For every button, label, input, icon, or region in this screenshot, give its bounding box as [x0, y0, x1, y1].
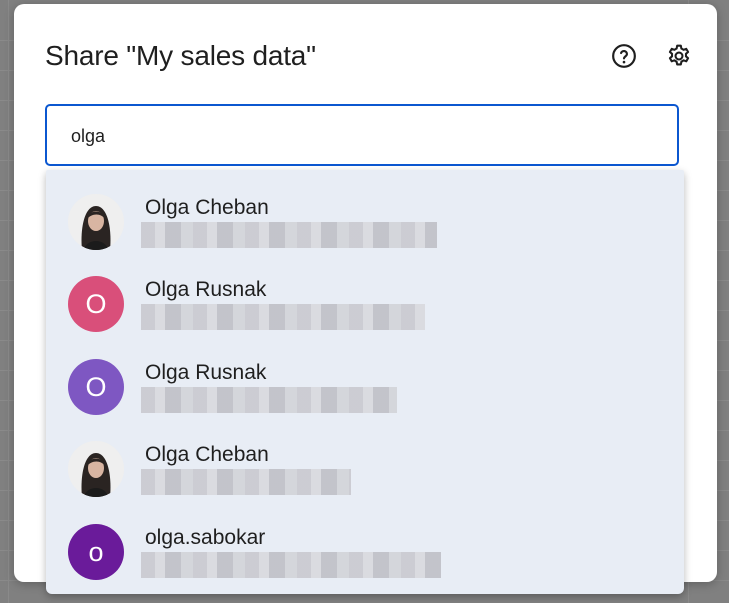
redacted-email — [141, 222, 437, 248]
help-button[interactable] — [609, 41, 639, 71]
redacted-email — [141, 469, 351, 495]
help-circle-icon — [612, 44, 636, 68]
person-photo-icon — [68, 441, 124, 497]
avatar — [68, 194, 124, 250]
avatar — [68, 441, 124, 497]
suggestion-name: Olga Rusnak — [145, 278, 267, 301]
add-people-input[interactable] — [71, 124, 651, 148]
suggestion-item[interactable]: O Olga Rusnak — [46, 258, 684, 340]
suggestion-name: Olga Rusnak — [145, 361, 267, 384]
gear-icon — [668, 44, 690, 66]
redacted-email — [141, 387, 397, 413]
suggestion-item[interactable]: O Olga Rusnak — [46, 341, 684, 423]
suggestion-item[interactable]: Olga Cheban — [46, 423, 684, 505]
settings-button[interactable] — [664, 41, 694, 71]
person-photo-icon — [68, 194, 124, 250]
avatar: o — [68, 524, 124, 580]
suggestion-name: olga.sabokar — [145, 526, 266, 549]
dialog-title: Share "My sales data" — [45, 40, 316, 71]
avatar: O — [68, 359, 124, 415]
grid-column-line — [8, 0, 9, 603]
people-suggestions-dropdown: Olga Cheban O Olga Rusnak O Olga Rusnak … — [46, 170, 684, 594]
suggestion-item[interactable]: o olga.sabokar — [46, 506, 684, 588]
redacted-email — [141, 304, 425, 330]
suggestion-item[interactable]: Olga Cheban — [46, 176, 684, 258]
add-people-field[interactable] — [45, 104, 679, 166]
avatar: O — [68, 276, 124, 332]
redacted-email — [141, 552, 441, 578]
suggestion-name: Olga Cheban — [145, 443, 269, 466]
suggestion-name: Olga Cheban — [145, 196, 269, 219]
